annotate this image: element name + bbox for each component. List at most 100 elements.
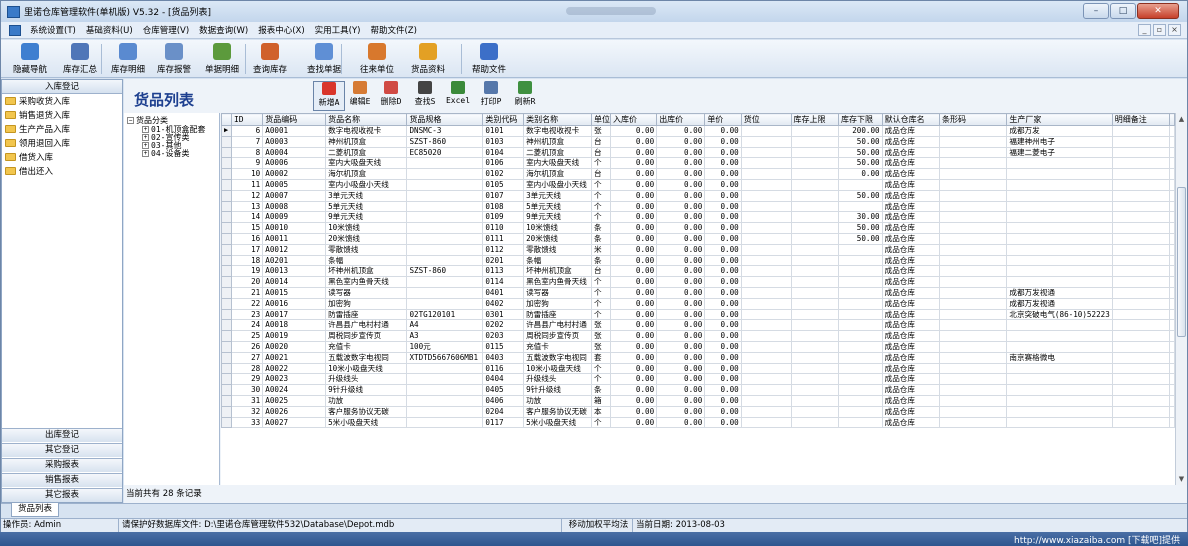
row-indicator[interactable] [221,297,232,310]
table-row[interactable]: 31 A0025 功放 0406 功放箱 0.00 0.00 0.00 成品仓库 [221,394,1175,407]
column-header[interactable]: 类别名称 [523,113,592,126]
nav-item-3[interactable]: 生产产品入库 [2,122,122,136]
table-row[interactable]: 29 A0023 升级线头 0404 升级线头个 0.00 0.00 0.00 成品仓库 [221,373,1175,386]
row-indicator[interactable] [221,211,232,224]
row-indicator[interactable] [221,286,232,299]
refresh-button[interactable]: 刷新R [509,81,541,107]
query-stock-button[interactable]: 查询库存 [247,43,293,75]
table-row[interactable]: 30 A0024 9针升级线 0405 9针升级线条 0.00 0.00 0.00 成品仓库 [221,384,1175,396]
add-button[interactable]: 新增A [313,81,345,111]
edit-button[interactable]: 编辑E [344,81,376,107]
scroll-thumb[interactable] [1177,187,1186,337]
row-indicator[interactable] [221,200,232,213]
column-header[interactable]: 货位 [740,113,792,126]
nav-header-inbound[interactable]: 入库登记 [2,80,122,94]
nav-purchase-report-button[interactable]: 采购报表 [2,458,122,472]
menu-query[interactable]: 数据查询(W) [194,24,253,36]
table-row[interactable]: 19 A0013 坏神州机顶盒 SZST-860 0113 坏神州机顶盒台 0.00 0.00… [221,265,1175,278]
row-indicator[interactable]: ▶ [221,125,232,137]
column-header[interactable]: 明细备注 [1111,113,1171,126]
minimize-button[interactable]: – [1083,3,1109,19]
row-indicator[interactable] [221,405,232,418]
table-row[interactable]: 9 A0006 室内大吸盘天线 0106 室内大吸盘天线个 0.00 0.00 0.00 50.… [221,157,1175,170]
title-bar[interactable]: 里诺仓库管理软件(单机版) V5.32 - [货品列表] – □ ✕ [1,1,1187,22]
row-indicator[interactable] [221,135,232,148]
row-indicator[interactable] [221,189,232,202]
search-button[interactable]: 查找S [409,81,441,107]
column-header[interactable]: 货品编码 [262,113,327,126]
partners-button[interactable]: 往来单位 [354,43,400,75]
mdi-minimize-button[interactable]: _ [1138,24,1151,36]
column-header[interactable]: 库存下限 [837,113,883,126]
nav-item-5[interactable]: 借货入库 [2,150,122,164]
table-row[interactable]: 18 A0201 条幅 0201 条幅条 0.00 0.00 0.00 成品仓库 [221,254,1175,267]
row-indicator[interactable] [221,168,232,180]
column-header[interactable]: 默认仓库名 [881,113,941,126]
table-row[interactable]: 11 A0005 室内小吸盘小天线 0105 室内小吸盘小天线个 0.00 0.00 0.00… [221,178,1175,191]
doc-detail-button[interactable]: 单据明细 [199,43,245,75]
row-indicator[interactable] [221,351,232,364]
table-row[interactable]: 26 A0020 充值卡 100元 0115 充值卡张 0.00 0.00 0.00 成品仓库 [221,340,1175,353]
menu-basic-data[interactable]: 基础资料(U) [81,24,138,36]
menu-tools[interactable]: 实用工具(Y) [310,24,366,36]
table-row[interactable]: 8 A0004 二菱机顶盒 EC85020 0104 二菱机顶盒台 0.00 0.00 0.00… [221,146,1175,159]
nav-item-4[interactable]: 领用退回入库 [2,136,122,150]
row-indicator[interactable] [221,265,232,278]
table-row[interactable]: 10 A0002 海尔机顶盒 0102 海尔机顶盒台 0.00 0.00 0.00 0.00 成品… [221,168,1175,180]
table-row[interactable]: 22 A0016 加密狗 0402 加密狗个 0.00 0.00 0.00 成品仓库 成都万发视通 [221,297,1175,310]
excel-button[interactable]: Excel [442,81,474,105]
stock-detail-button[interactable]: 库存明细 [105,43,151,75]
row-indicator[interactable] [221,394,232,407]
table-row[interactable]: 17 A0012 零散馈线 0112 零散馈线米 0.00 0.00 0.00 成品仓库 [221,243,1175,256]
nav-item-1[interactable]: 采购收货入库 [2,94,122,108]
table-row[interactable]: 21 A0015 读写器 0401 读写器个 0.00 0.00 0.00 成品仓库 成都万发视通 [221,286,1175,299]
table-row[interactable]: 16 A0011 20米馈线 0111 20米馈线条 0.00 0.00 0.00 50.00 成… [221,232,1175,245]
menu-system[interactable]: 系统设置(T) [25,24,81,36]
row-indicator[interactable] [221,157,232,170]
delete-button[interactable]: 删除D [375,81,407,107]
grid-scrollbar[interactable]: ▲ ▼ [1175,113,1187,485]
menu-reports[interactable]: 报表中心(X) [253,24,309,36]
nav-item-6[interactable]: 借出还入 [2,164,122,178]
tree-node-04[interactable]: +04-设备类 [142,148,189,159]
mdi-close-button[interactable]: × [1168,24,1181,36]
row-indicator[interactable] [221,254,232,267]
tab-goods-list[interactable]: 货品列表 [11,503,59,517]
table-row[interactable]: 20 A0014 黑色室内鱼骨天线 0114 黑色室内鱼骨天线个 0.00 0.00 0.00… [221,276,1175,288]
row-indicator[interactable] [221,243,232,256]
column-header[interactable]: 单价 [704,113,742,126]
row-indicator[interactable] [221,373,232,386]
table-row[interactable]: ▶ 6 A0001 数字电视收视卡 DNSMC-3 0101 数字电视收视卡张 0.00 0.0… [221,125,1175,137]
table-row[interactable]: 14 A0009 9单元天线 0109 9单元天线个 0.00 0.00 0.00 30.00 成… [221,211,1175,224]
row-indicator[interactable] [221,340,232,353]
nav-outbound-button[interactable]: 出库登记 [2,428,122,442]
column-header[interactable]: 入库价 [609,113,658,126]
table-row[interactable]: 13 A0008 5单元天线 0108 5单元天线个 0.00 0.00 0.00 成品仓库 [221,200,1175,213]
help-file-button[interactable]: 帮助文件 [466,43,512,75]
table-row[interactable]: 28 A0022 10米小吸盘天线 0116 10米小吸盘天线个 0.00 0.00 0.00… [221,362,1175,375]
nav-item-2[interactable]: 销售退货入库 [2,108,122,122]
stock-summary-button[interactable]: 库存汇总 [57,43,103,75]
column-header[interactable]: 单位 [590,113,611,126]
column-header[interactable]: 类别代码 [482,113,525,126]
row-indicator[interactable] [221,330,232,342]
menu-help[interactable]: 帮助文件(Z) [365,24,421,36]
column-header[interactable]: 货品规格 [406,113,484,126]
row-indicator[interactable] [221,308,232,321]
nav-other-report-button[interactable]: 其它报表 [2,488,122,502]
column-header[interactable]: 生产厂家 [1006,113,1113,126]
collapse-icon[interactable]: − [127,117,134,124]
expand-icon[interactable]: + [142,150,149,157]
row-indicator[interactable] [221,416,232,429]
goods-info-button[interactable]: 货品资料 [405,43,451,75]
table-row[interactable]: 12 A0007 3单元天线 0107 3单元天线个 0.00 0.00 0.00 50.00 成… [221,189,1175,202]
column-header[interactable]: ID [230,113,264,126]
close-button[interactable]: ✕ [1137,3,1179,19]
stock-alarm-button[interactable]: 库存报警 [151,43,197,75]
table-row[interactable]: 27 A0021 五载波数字电视同 XTDTD5667606MB1 0403 五载波数字电… [221,351,1175,364]
row-indicator[interactable] [221,146,232,159]
table-row[interactable]: 25 A0019 周税同步宣传页 A3 0203 周税同步宣传页张 0.00 0.00 0.00… [221,330,1175,342]
table-row[interactable]: 15 A0010 10米馈线 0110 10米馈线条 0.00 0.00 0.00 50.00 成… [221,222,1175,234]
row-indicator[interactable] [221,178,232,191]
mdi-restore-button[interactable]: ▫ [1153,24,1166,36]
